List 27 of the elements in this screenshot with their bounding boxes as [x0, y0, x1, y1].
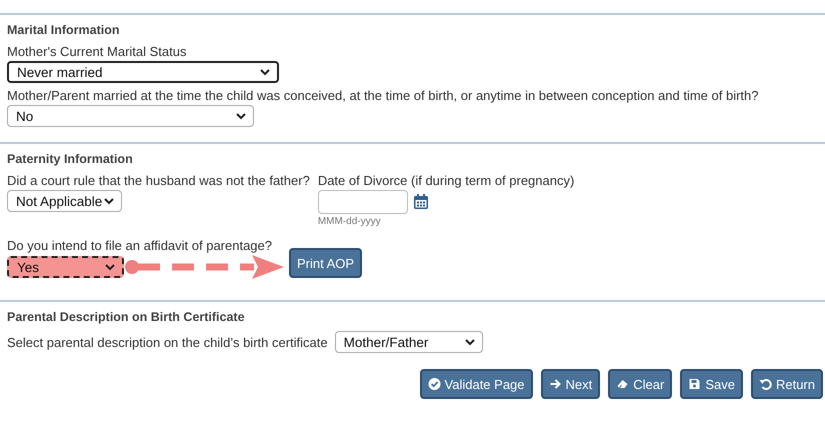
section-title: Parental Description on Birth Certificate [7, 310, 246, 324]
section-title: Paternity Information [7, 152, 134, 166]
toolbar-button[interactable]: Save [680, 369, 743, 399]
undo-icon [758, 378, 772, 390]
field-label: Did a court rule that the husband was not the father? [7, 173, 310, 188]
field-label: Mother/Parent married at the time the child was conceived, at the time of birth, or anytime in between conception and time of birth? [7, 88, 760, 103]
toolbar-button[interactable]: Validate Page [420, 369, 533, 399]
toolbar-button[interactable]: Next [540, 369, 600, 399]
print-button[interactable]: Print AOP [289, 248, 362, 278]
field-label: Select parental description on the child’s birth certificate [7, 334, 328, 350]
dropdown[interactable]: Not Applicable [7, 190, 122, 212]
dropdown[interactable]: Never married [7, 61, 279, 83]
field-label: Mother's Current Marital Status [7, 44, 188, 59]
eraser-icon [616, 378, 630, 390]
toolbar-button[interactable]: Clear [608, 369, 672, 399]
date-format-hint: MMM-dd-yyyy [318, 216, 382, 227]
toolbar-button[interactable]: Return [750, 369, 823, 399]
section-title: Marital Information [7, 23, 121, 37]
dropdown[interactable]: Mother/Father [334, 331, 483, 353]
arrow-right-icon [548, 378, 562, 390]
check-circle-icon [428, 378, 441, 390]
dropdown[interactable]: No [7, 105, 254, 127]
field-label: Date of Divorce (if during term of pregnancy) [318, 173, 574, 188]
field-label: Do you intend to file an affidavit of parentage? [7, 238, 274, 253]
date-input-field[interactable] [318, 190, 408, 214]
dropdown[interactable]: Yes [7, 256, 124, 278]
calendar-icon[interactable] [412, 194, 429, 210]
